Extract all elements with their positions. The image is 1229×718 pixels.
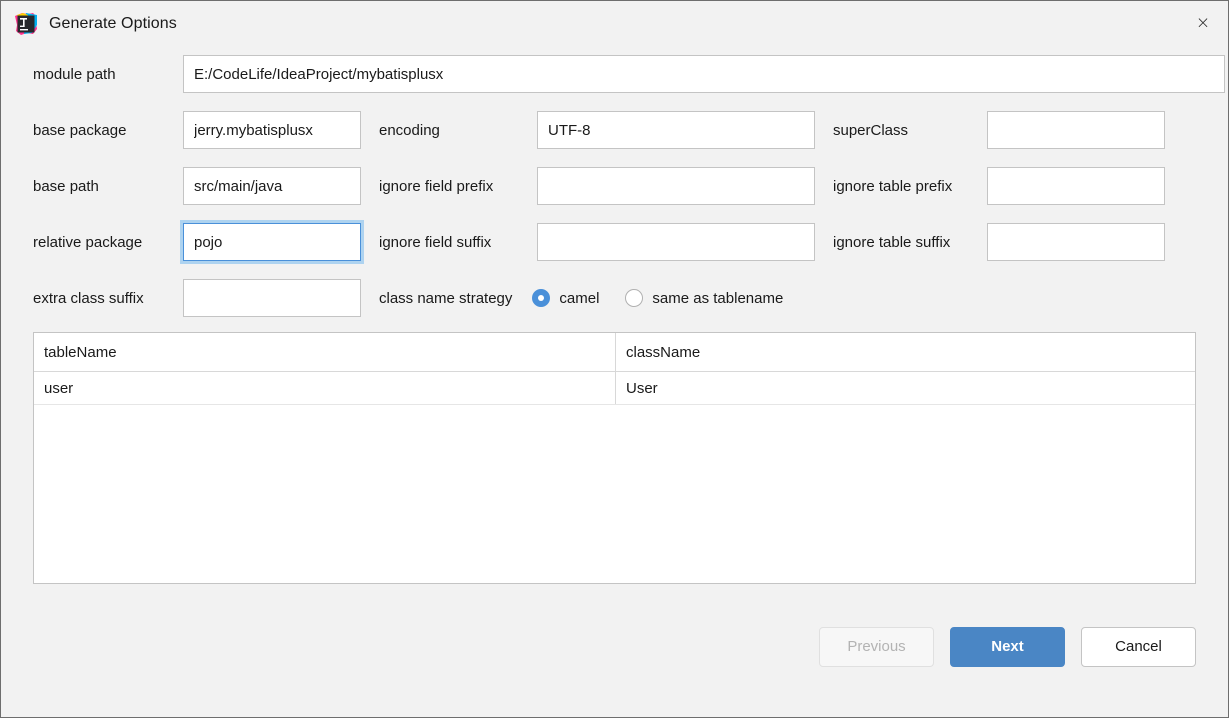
- radio-unselected-icon: [625, 289, 644, 307]
- table-empty-area: [34, 405, 1195, 583]
- cell-table-name: user: [34, 372, 616, 404]
- close-icon[interactable]: ×: [1178, 1, 1228, 46]
- form-row-module-path: module path: [33, 46, 1225, 102]
- label-super-class: superClass: [833, 121, 909, 139]
- table-header-row: tableName className: [34, 333, 1195, 372]
- table-header-class-name[interactable]: className: [616, 333, 1195, 371]
- form-row-base-package: base package encoding superClass: [33, 102, 1196, 158]
- label-ignore-field-suffix: ignore field suffix: [379, 233, 492, 251]
- label-base-package: base package: [33, 121, 127, 139]
- encoding-input[interactable]: [537, 111, 815, 149]
- radio-selected-icon: [532, 289, 551, 307]
- super-class-input[interactable]: [987, 111, 1165, 149]
- relative-package-input[interactable]: [183, 223, 361, 261]
- label-encoding: encoding: [379, 121, 440, 139]
- module-path-input[interactable]: [183, 55, 1225, 93]
- cell-class-name: User: [626, 379, 658, 397]
- tables-table[interactable]: tableName className user User: [33, 332, 1196, 584]
- class-name-strategy-radio-group: camel same as tablename: [532, 289, 809, 307]
- extra-class-suffix-input[interactable]: [183, 279, 361, 317]
- radio-option-camel[interactable]: camel: [532, 289, 599, 307]
- dialog-footer: Previous Next Cancel: [33, 584, 1196, 717]
- table-row[interactable]: user User: [34, 372, 1195, 405]
- label-module-path: module path: [33, 65, 116, 83]
- base-path-input[interactable]: [183, 167, 361, 205]
- radio-option-same-as-tablename[interactable]: same as tablename: [625, 289, 783, 307]
- ignore-field-suffix-input[interactable]: [537, 223, 815, 261]
- ignore-field-prefix-input[interactable]: [537, 167, 815, 205]
- label-ignore-table-prefix: ignore table prefix: [833, 177, 953, 195]
- ignore-table-prefix-input[interactable]: [987, 167, 1165, 205]
- ignore-table-suffix-input[interactable]: [987, 223, 1165, 261]
- label-ignore-table-suffix: ignore table suffix: [833, 233, 951, 251]
- radio-label-same-as-tablename: same as tablename: [652, 289, 784, 307]
- label-ignore-field-prefix: ignore field prefix: [379, 177, 494, 195]
- base-package-input[interactable]: [183, 111, 361, 149]
- form-row-extra-class-suffix: extra class suffix class name strategy c…: [33, 270, 1196, 326]
- form-row-relative-package: relative package ignore field suffix ign…: [33, 214, 1196, 270]
- radio-label-camel: camel: [559, 289, 600, 307]
- dialog-title: Generate Options: [49, 14, 177, 32]
- intellij-idea-icon: [14, 12, 38, 36]
- dialog-titlebar: Generate Options ×: [1, 1, 1228, 46]
- cancel-button[interactable]: Cancel: [1081, 626, 1196, 667]
- label-relative-package: relative package: [33, 233, 143, 251]
- previous-button[interactable]: Previous: [819, 626, 934, 667]
- label-class-name-strategy: class name strategy: [379, 289, 513, 307]
- table-header-table-name[interactable]: tableName: [34, 333, 616, 371]
- dialog-content: module path base package encoding superC…: [1, 46, 1228, 717]
- label-extra-class-suffix: extra class suffix: [33, 289, 144, 307]
- next-button[interactable]: Next: [950, 626, 1065, 667]
- label-base-path: base path: [33, 177, 99, 195]
- generate-options-dialog: Generate Options × module path base pack…: [0, 0, 1229, 718]
- form-row-base-path: base path ignore field prefix ignore tab…: [33, 158, 1196, 214]
